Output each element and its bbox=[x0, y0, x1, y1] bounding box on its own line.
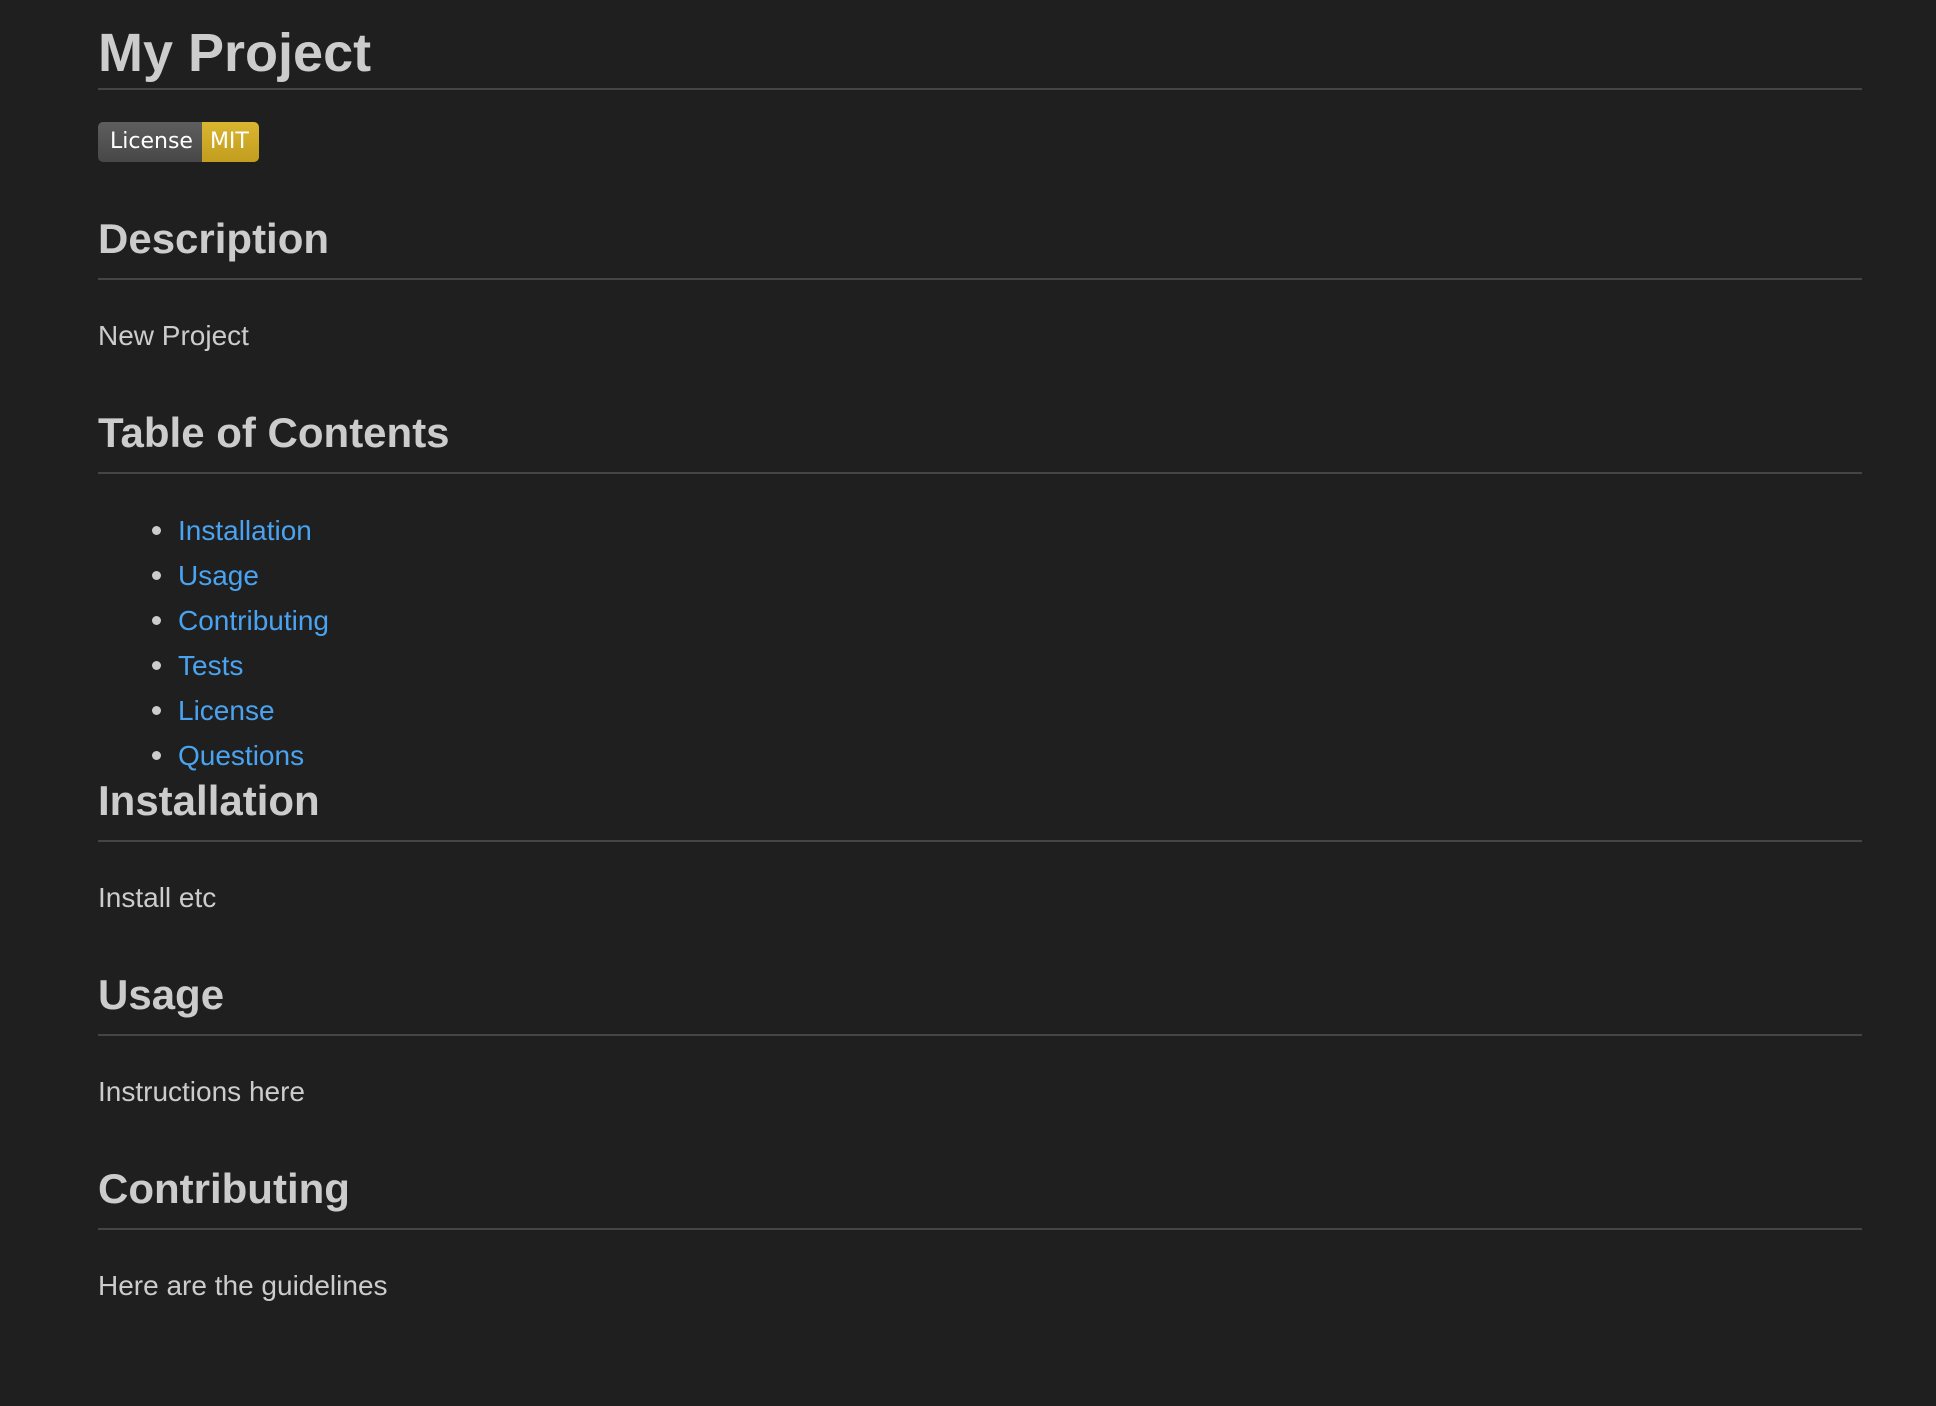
installation-text: Install etc bbox=[98, 882, 217, 913]
bullet-icon bbox=[152, 616, 161, 625]
toc-link-installation[interactable]: Installation bbox=[178, 515, 312, 546]
toc-item-contributing: Contributing bbox=[98, 598, 1862, 643]
page-title: My Project bbox=[98, 23, 372, 83]
bullet-icon bbox=[152, 751, 161, 760]
toc-item-questions: Questions bbox=[98, 733, 1862, 778]
bullet-icon bbox=[152, 571, 161, 580]
toc-link-questions[interactable]: Questions bbox=[178, 740, 304, 771]
license-badge-value: MIT bbox=[201, 122, 259, 162]
bullet-icon bbox=[152, 661, 161, 670]
license-badge-label: License bbox=[98, 122, 202, 162]
toc-item-installation: Installation bbox=[98, 508, 1862, 553]
contributing-heading: Contributing bbox=[98, 1165, 350, 1212]
bullet-icon bbox=[152, 526, 161, 535]
description-heading: Description bbox=[98, 215, 330, 262]
toc-link-license[interactable]: License bbox=[178, 695, 275, 726]
toc-heading: Table of Contents bbox=[98, 409, 450, 456]
toc-link-tests[interactable]: Tests bbox=[178, 650, 243, 681]
toc-list: Installation Usage Contributing Tests Li… bbox=[98, 474, 1862, 771]
license-badge[interactable]: License MIT bbox=[98, 122, 259, 162]
bullet-icon bbox=[152, 706, 161, 715]
usage-text: Instructions here bbox=[98, 1076, 305, 1107]
toc-item-usage: Usage bbox=[98, 553, 1862, 598]
contributing-text: Here are the guidelines bbox=[98, 1270, 388, 1301]
badge-row: License MIT bbox=[98, 90, 1862, 200]
toc-link-usage[interactable]: Usage bbox=[178, 560, 259, 591]
usage-heading: Usage bbox=[98, 971, 225, 1018]
toc-link-contributing[interactable]: Contributing bbox=[178, 605, 329, 636]
description-text: New Project bbox=[98, 320, 249, 351]
toc-item-license: License bbox=[98, 688, 1862, 733]
markdown-preview: My Project License MIT Description New P… bbox=[98, 0, 1862, 1301]
toc-item-tests: Tests bbox=[98, 643, 1862, 688]
